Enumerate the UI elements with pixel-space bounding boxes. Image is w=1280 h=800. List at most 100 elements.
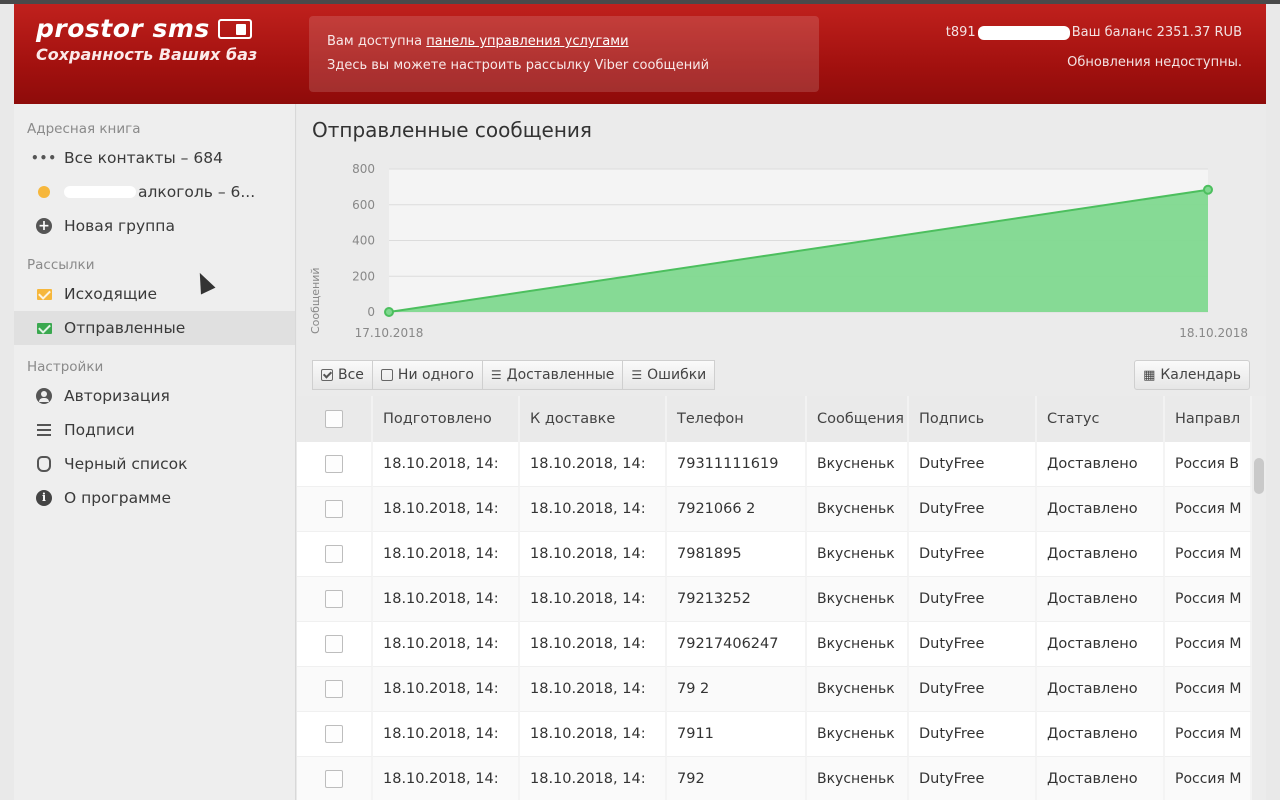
row-checkbox[interactable] bbox=[297, 577, 373, 622]
checkbox-checked-icon bbox=[321, 369, 333, 381]
scrollbar-thumb[interactable] bbox=[1254, 458, 1264, 494]
notice-line-2: Здесь вы можете настроить рассылку Viber… bbox=[327, 58, 710, 73]
filter-all-button[interactable]: Все bbox=[312, 360, 373, 390]
table-row[interactable]: 18.10.2018, 14: 18.10.2018, 14: 79217406… bbox=[297, 622, 1252, 667]
user-circle-icon bbox=[36, 388, 52, 404]
table-scrollbar[interactable] bbox=[1252, 396, 1266, 800]
chart-y-tick-label: 800 bbox=[352, 162, 375, 176]
cell-phone: 79311111619 bbox=[667, 442, 807, 487]
column-header[interactable]: Подпись bbox=[909, 396, 1037, 442]
chart-x-tick-label: 17.10.2018 bbox=[355, 326, 424, 340]
sidebar-item-signatures[interactable]: Подписи bbox=[14, 413, 295, 447]
table-row[interactable]: 18.10.2018, 14: 18.10.2018, 14: 7911 Вку… bbox=[297, 712, 1252, 757]
row-checkbox[interactable] bbox=[297, 442, 373, 487]
cell-status: Доставлено bbox=[1037, 757, 1165, 800]
main-panel: Отправленные сообщения Сообщений 0 200 400… bbox=[297, 104, 1266, 800]
logo-badge-icon bbox=[217, 18, 252, 39]
balance-text: Ваш баланс 2351.37 RUB bbox=[1071, 25, 1242, 40]
cell-delivery: 18.10.2018, 14: bbox=[520, 667, 667, 712]
column-header[interactable]: Направл bbox=[1165, 396, 1252, 442]
header-bar: prostor sms Сохранность Ваших баз Вам до… bbox=[14, 4, 1266, 104]
sent-messages-chart: Сообщений 0 200 400 600 800 17.10.2018 18.10.2… bbox=[297, 154, 1266, 354]
account-login: t891 bbox=[945, 25, 976, 40]
cell-prepared: 18.10.2018, 14: bbox=[373, 577, 520, 622]
table-header-row: Подготовлено К доставке Телефон Сообщени… bbox=[297, 396, 1252, 442]
cell-status: Доставлено bbox=[1037, 622, 1165, 667]
logo-tagline: Сохранность Ваших баз bbox=[36, 45, 258, 64]
cell-direction: Россия М bbox=[1165, 487, 1252, 532]
cell-prepared: 18.10.2018, 14: bbox=[373, 667, 520, 712]
info-icon: i bbox=[36, 490, 52, 506]
column-header[interactable]: К доставке bbox=[520, 396, 667, 442]
cell-delivery: 18.10.2018, 14: bbox=[520, 532, 667, 577]
list-icon: ☰ bbox=[490, 368, 502, 382]
cell-prepared: 18.10.2018, 14: bbox=[373, 622, 520, 667]
cell-phone: 7981895 bbox=[667, 532, 807, 577]
row-checkbox[interactable] bbox=[297, 532, 373, 577]
row-checkbox[interactable] bbox=[297, 712, 373, 757]
sidebar-item-new-group[interactable]: + Новая группа bbox=[14, 209, 295, 243]
cell-message: Вкусненьк bbox=[807, 712, 909, 757]
chart-y-tick-label: 200 bbox=[352, 269, 375, 283]
notice-prefix: Вам доступна bbox=[327, 34, 427, 49]
sidebar-item-label: Авторизация bbox=[64, 387, 170, 405]
section-address-book: Адресная книга bbox=[27, 121, 141, 137]
chart-data-point bbox=[384, 307, 394, 317]
sidebar-item-blacklist[interactable]: Черный список bbox=[14, 447, 295, 481]
sidebar-item-group-alcohol[interactable]: алкоголь – 6... bbox=[14, 175, 295, 209]
table-row[interactable]: 18.10.2018, 14: 18.10.2018, 14: 7981895 … bbox=[297, 532, 1252, 577]
row-checkbox[interactable] bbox=[297, 622, 373, 667]
cell-prepared: 18.10.2018, 14: bbox=[373, 757, 520, 800]
cell-prepared: 18.10.2018, 14: bbox=[373, 532, 520, 577]
filter-none-label: Ни одного bbox=[397, 367, 474, 383]
sidebar-item-about[interactable]: i О программе bbox=[14, 481, 295, 515]
cell-delivery: 18.10.2018, 14: bbox=[520, 487, 667, 532]
column-header[interactable]: Сообщения bbox=[807, 396, 909, 442]
filter-none-button[interactable]: Ни одного bbox=[372, 360, 483, 390]
table-row[interactable]: 18.10.2018, 14: 18.10.2018, 14: 79 2 Вку… bbox=[297, 667, 1252, 712]
cell-message: Вкусненьк bbox=[807, 487, 909, 532]
filter-all-label: Все bbox=[338, 367, 364, 383]
sidebar-item-sent[interactable]: Отправленные bbox=[14, 311, 295, 345]
cell-phone: 79217406247 bbox=[667, 622, 807, 667]
page-title: Отправленные сообщения bbox=[312, 118, 592, 142]
filter-delivered-button[interactable]: ☰ Доставленные bbox=[482, 360, 624, 390]
sidebar-item-authorization[interactable]: Авторизация bbox=[14, 379, 295, 413]
bars-icon bbox=[36, 422, 52, 438]
cell-signature: DutyFree bbox=[909, 532, 1037, 577]
cell-signature: DutyFree bbox=[909, 442, 1037, 487]
column-header[interactable]: Подготовлено bbox=[373, 396, 520, 442]
section-mailings: Рассылки bbox=[27, 257, 95, 273]
envelope-green-icon bbox=[36, 320, 52, 336]
notice-box: Вам доступна панель управления услугами … bbox=[309, 16, 819, 92]
sidebar-item-label: Все контакты – 684 bbox=[64, 149, 223, 167]
column-header[interactable]: Телефон bbox=[667, 396, 807, 442]
cell-phone: 792 bbox=[667, 757, 807, 800]
cell-prepared: 18.10.2018, 14: bbox=[373, 712, 520, 757]
cell-delivery: 18.10.2018, 14: bbox=[520, 442, 667, 487]
orange-dot-icon bbox=[36, 184, 52, 200]
cell-direction: Россия М bbox=[1165, 712, 1252, 757]
service-panel-link[interactable]: панель управления услугами bbox=[426, 34, 628, 49]
sidebar-item-all-contacts[interactable]: ••• Все контакты – 684 bbox=[14, 141, 295, 175]
cell-status: Доставлено bbox=[1037, 442, 1165, 487]
row-checkbox[interactable] bbox=[297, 487, 373, 532]
row-checkbox[interactable] bbox=[297, 667, 373, 712]
cell-phone: 79 2 bbox=[667, 667, 807, 712]
calendar-button[interactable]: ▦ Календарь bbox=[1134, 360, 1250, 390]
logo[interactable]: prostor sms Сохранность Ваших баз bbox=[36, 14, 257, 64]
table-row[interactable]: 18.10.2018, 14: 18.10.2018, 14: 79213252… bbox=[297, 577, 1252, 622]
sidebar-item-outgoing[interactable]: Исходящие bbox=[14, 277, 295, 311]
cell-status: Доставлено bbox=[1037, 532, 1165, 577]
column-header[interactable]: Статус bbox=[1037, 396, 1165, 442]
notice-line-1: Вам доступна панель управления услугами bbox=[327, 30, 801, 54]
select-all-checkbox[interactable] bbox=[297, 396, 373, 442]
cell-direction: Россия М bbox=[1165, 532, 1252, 577]
filter-errors-button[interactable]: ☰ Ошибки bbox=[623, 360, 716, 390]
table-row[interactable]: 18.10.2018, 14: 18.10.2018, 14: 7921066 … bbox=[297, 487, 1252, 532]
table-row[interactable]: 18.10.2018, 14: 18.10.2018, 14: 792 Вкус… bbox=[297, 757, 1252, 800]
calendar-label: Календарь bbox=[1160, 367, 1241, 383]
envelope-orange-icon bbox=[36, 286, 52, 302]
table-row[interactable]: 18.10.2018, 14: 18.10.2018, 14: 79311111… bbox=[297, 442, 1252, 487]
row-checkbox[interactable] bbox=[297, 757, 373, 800]
